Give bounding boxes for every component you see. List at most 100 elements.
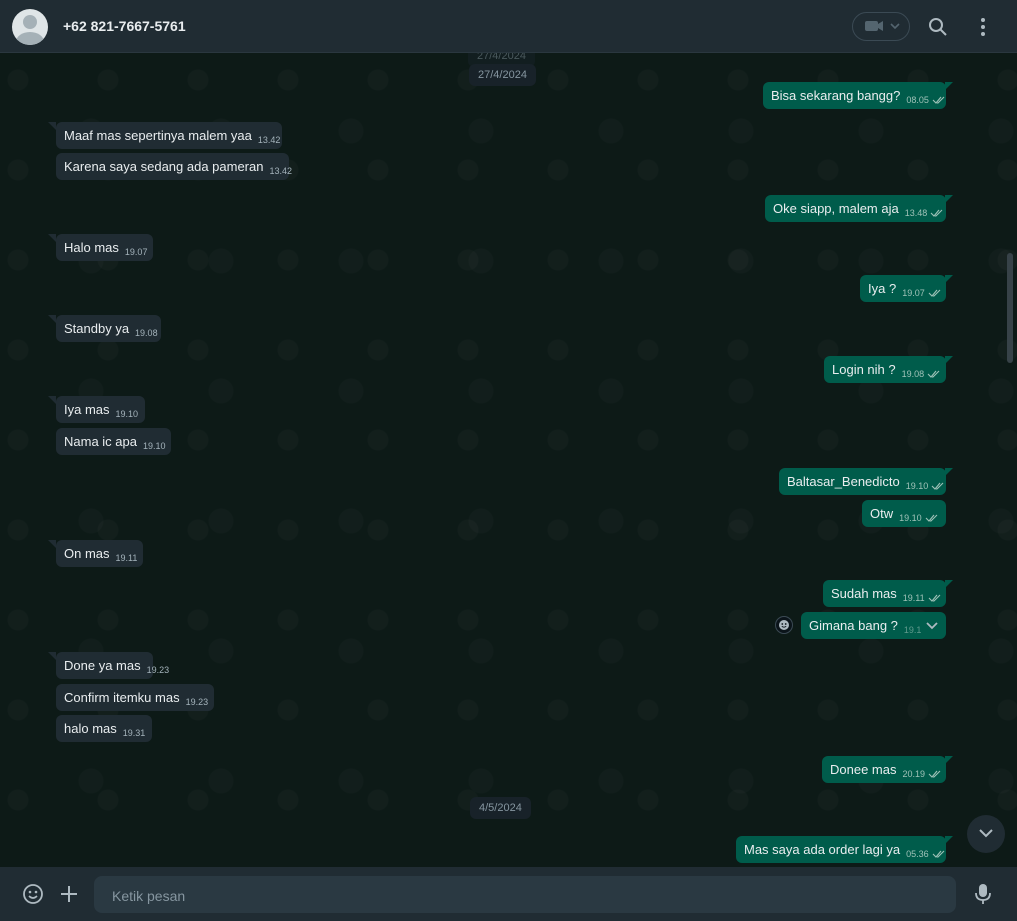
- bubble-tail: [945, 836, 953, 844]
- message-time: 19.11: [902, 592, 925, 603]
- message-text: Login nih ?: [832, 362, 896, 377]
- message-text: Done ya mas: [64, 658, 141, 673]
- message-bubble-in[interactable]: Nama ic apa 19.10: [56, 428, 171, 455]
- reaction-button[interactable]: [775, 616, 793, 634]
- message-bubble-in[interactable]: On mas 19.11: [56, 540, 143, 567]
- video-call-button[interactable]: [852, 12, 910, 41]
- message-bubble-out[interactable]: Oke siapp, malem aja 13.48: [765, 195, 946, 222]
- bubble-tail: [945, 82, 953, 90]
- message-time: 05.36: [906, 848, 929, 859]
- message-bubble-in[interactable]: Iya mas 19.10: [56, 396, 145, 423]
- message-meta: 19.07: [902, 288, 942, 298]
- chevron-down-icon: [979, 829, 993, 838]
- double-check-icon: [927, 370, 940, 378]
- microphone-icon: [975, 884, 991, 904]
- message-bubble-out[interactable]: Donee mas 20.19: [822, 756, 946, 783]
- double-check-icon: [931, 482, 944, 490]
- message-time: 19.23: [146, 664, 170, 675]
- message-bubble-in[interactable]: halo mas 19.31: [56, 715, 152, 742]
- date-chip: 27/4/2024: [469, 64, 536, 86]
- contact-name[interactable]: +62 821-7667-5761: [63, 18, 186, 34]
- message-meta: 13.48: [905, 208, 945, 218]
- message-bubble-in[interactable]: Standby ya 19.08: [56, 315, 161, 342]
- double-check-icon: [928, 289, 941, 297]
- message-menu-button[interactable]: [924, 619, 940, 638]
- message-time: 19.07: [902, 287, 925, 298]
- bubble-tail: [48, 396, 56, 404]
- message-meta: 08.05: [906, 95, 946, 105]
- double-check-icon: [928, 594, 941, 602]
- scroll-to-bottom-button[interactable]: [967, 815, 1005, 853]
- message-time: 20.19: [902, 768, 926, 779]
- double-check-icon: [932, 96, 945, 104]
- bubble-tail: [48, 315, 56, 323]
- attach-button[interactable]: [59, 884, 79, 904]
- message-bubble-out[interactable]: Bisa sekarang bangg? 08.05: [763, 82, 946, 109]
- message-meta: 05.36: [906, 849, 946, 859]
- message-meta: 20.19: [902, 769, 942, 779]
- message-bubble-in[interactable]: Karena saya sedang ada pameran 13.42: [56, 153, 293, 180]
- message-bubble-out[interactable]: Otw 19.10: [862, 500, 946, 527]
- bubble-tail: [945, 580, 953, 588]
- message-input[interactable]: [110, 876, 944, 915]
- message-text: Halo mas: [64, 240, 119, 255]
- message-text: halo mas: [64, 721, 117, 736]
- chat-header: +62 821-7667-5761: [0, 0, 1017, 53]
- bubble-tail: [48, 540, 56, 548]
- search-button[interactable]: [927, 16, 949, 38]
- message-bubble-out[interactable]: Sudah mas 19.11: [823, 580, 946, 607]
- message-bubble-out[interactable]: Mas saya ada order lagi ya 05.36: [736, 836, 946, 863]
- bubble-tail: [945, 468, 953, 476]
- message-text: Baltasar_Benedicto: [787, 474, 900, 489]
- more-options-icon: [981, 18, 985, 36]
- avatar-body-shape: [16, 32, 44, 45]
- message-input-box: [94, 876, 956, 915]
- contact-avatar[interactable]: [12, 9, 48, 45]
- message-bubble-out[interactable]: Login nih ? 19.08: [824, 356, 946, 383]
- plus-icon: [61, 886, 77, 902]
- message-text: Karena saya sedang ada pameran: [64, 159, 264, 174]
- message-text: On mas: [64, 546, 110, 561]
- voice-message-button[interactable]: [973, 882, 993, 906]
- message-time: 19.10: [142, 440, 166, 451]
- message-list[interactable]: 27/4/2024 27/4/2024 Bisa sekarang bangg?…: [0, 53, 1017, 867]
- message-time: 19.07: [124, 246, 148, 257]
- menu-button[interactable]: [975, 16, 991, 38]
- message-text: Gimana bang ?: [809, 618, 898, 633]
- message-bubble-in[interactable]: Halo mas 19.07: [56, 234, 153, 261]
- bubble-tail: [945, 756, 953, 764]
- message-text: Donee mas: [830, 762, 897, 777]
- message-time: 13.42: [257, 134, 281, 145]
- message-time: 13.48: [904, 207, 928, 218]
- double-check-icon: [930, 209, 943, 217]
- message-time: 19.10: [115, 408, 139, 419]
- message-meta: 19.10: [899, 513, 939, 523]
- bubble-tail: [945, 356, 953, 364]
- message-bubble-in[interactable]: Confirm itemku mas 19.23: [56, 684, 214, 711]
- message-text: Sudah mas: [831, 586, 897, 601]
- message-bubble-in[interactable]: Maaf mas sepertinya malem yaa 13.42: [56, 122, 282, 149]
- double-check-icon: [928, 770, 941, 778]
- message-text: Iya mas: [64, 402, 110, 417]
- message-text: Confirm itemku mas: [64, 690, 180, 705]
- emoji-button[interactable]: [22, 883, 44, 905]
- message-time: 19.08: [901, 368, 925, 379]
- video-call-icon: [865, 21, 900, 31]
- message-time: 13.42: [269, 165, 293, 176]
- message-time: 08.05: [906, 94, 929, 105]
- message-bubble-in[interactable]: Done ya mas 19.23: [56, 652, 169, 679]
- avatar-head-shape: [23, 15, 37, 29]
- message-meta: 19.11: [903, 593, 942, 603]
- message-time: 19.10: [905, 480, 929, 491]
- message-time: 19.23: [185, 696, 209, 707]
- message-text: Mas saya ada order lagi ya: [744, 842, 901, 857]
- bubble-tail: [945, 275, 953, 283]
- message-bubble-out[interactable]: Iya ? 19.07: [860, 275, 946, 302]
- message-time: 19.10: [899, 512, 922, 523]
- message-bubble-out[interactable]: Baltasar_Benedicto 19.10: [779, 468, 946, 495]
- bubble-tail: [945, 195, 953, 203]
- search-icon: [929, 18, 947, 36]
- message-text: Maaf mas sepertinya malem yaa: [64, 128, 252, 143]
- scrollbar-thumb[interactable]: [1007, 253, 1013, 363]
- message-text: Nama ic apa: [64, 434, 137, 449]
